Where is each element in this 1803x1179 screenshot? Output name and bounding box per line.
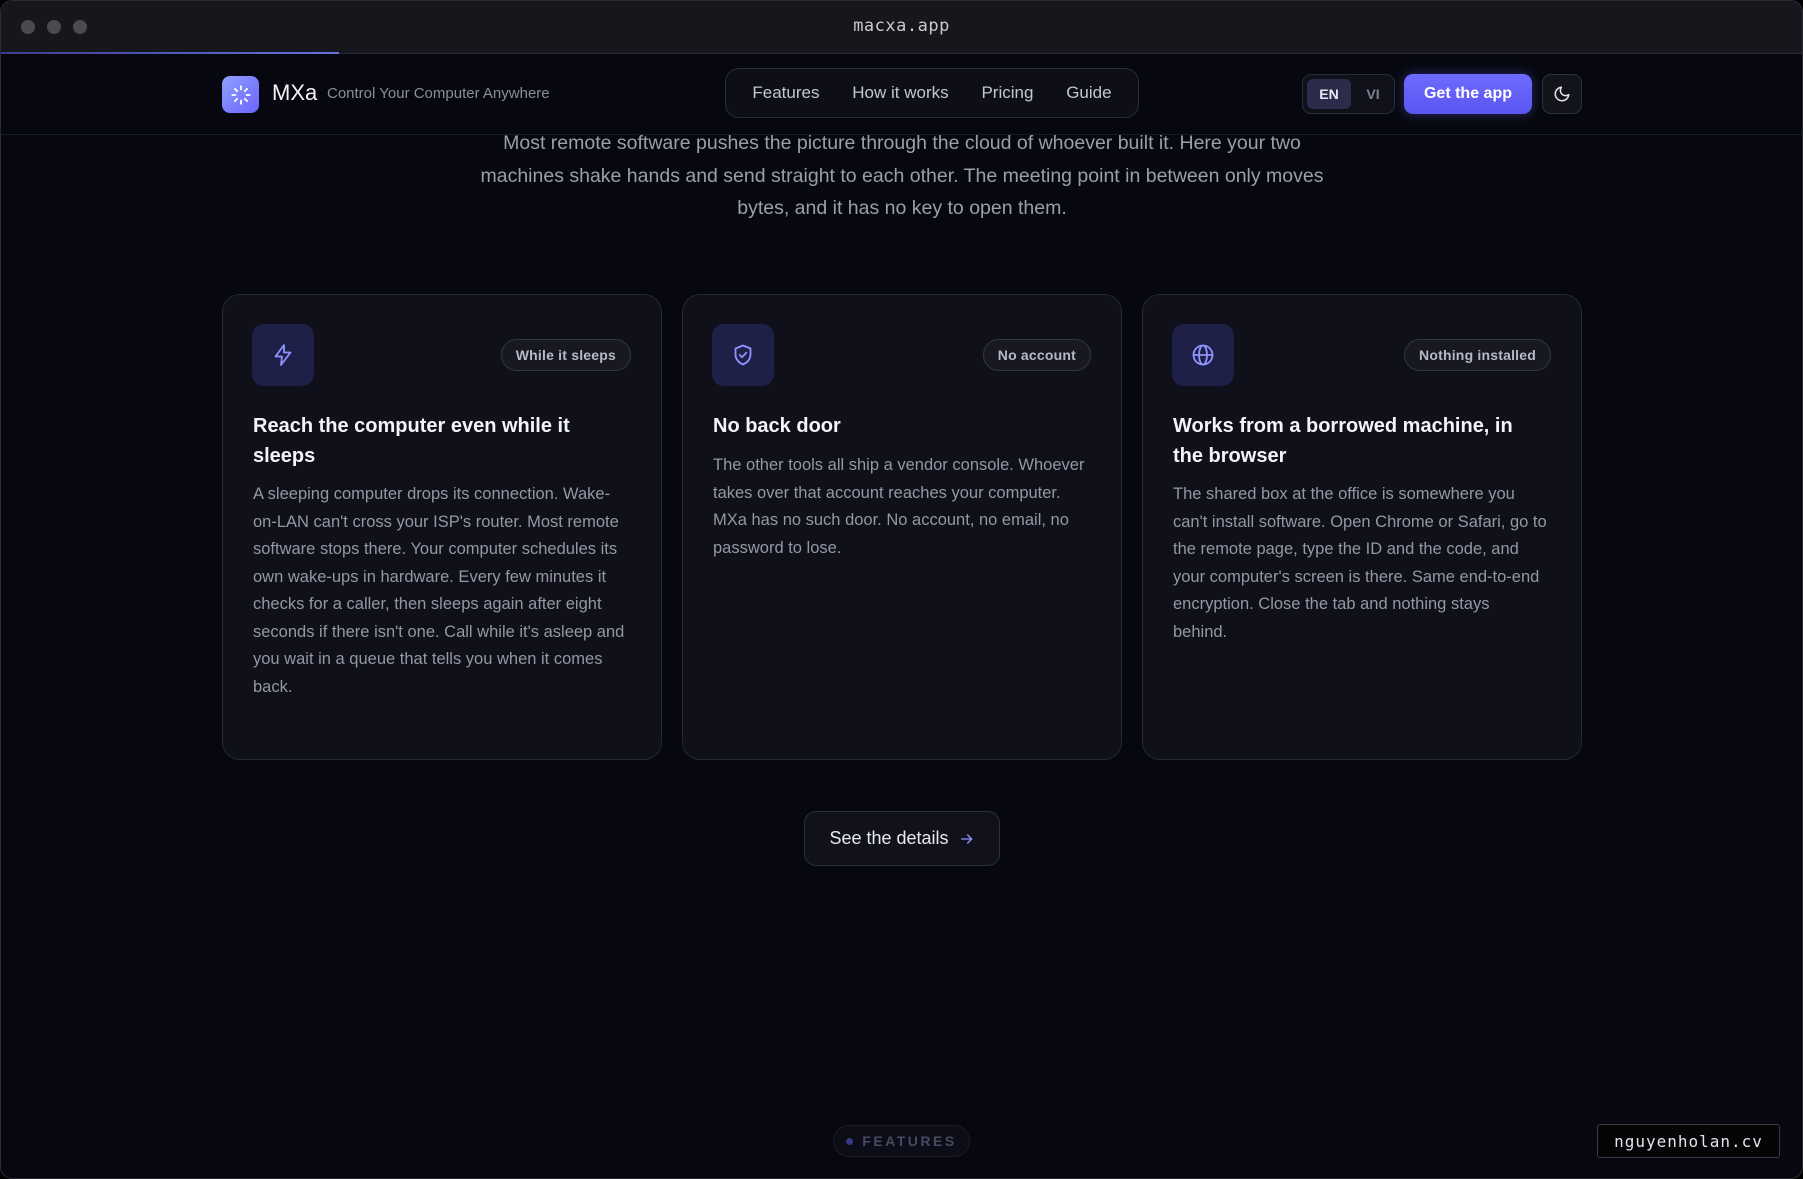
intro-paragraph: Most remote software pushes the picture … [480, 132, 1324, 219]
see-details-button[interactable]: See the details [804, 811, 1000, 866]
nav-link-features[interactable]: Features [746, 83, 825, 103]
language-en-button[interactable]: EN [1307, 79, 1351, 109]
window-title: macxa.app [853, 16, 950, 36]
feature-description: The shared box at the office is somewher… [1173, 485, 1547, 641]
see-details-label: See the details [829, 828, 949, 848]
feature-card-no-account: No account No back door The other tools … [682, 294, 1122, 760]
language-switcher: EN VI [1302, 74, 1395, 114]
nav-link-pricing[interactable]: Pricing [975, 83, 1039, 103]
shield-check-icon [712, 324, 774, 386]
watermark-label: nguyenholan.cv [1597, 1124, 1780, 1158]
feature-badge: Nothing installed [1404, 339, 1551, 371]
nav-link-guide[interactable]: Guide [1060, 83, 1117, 103]
top-navigation: MXa Control Your Computer Anywhere Featu… [1, 54, 1802, 135]
globe-icon [1172, 324, 1234, 386]
get-the-app-button[interactable]: Get the app [1404, 74, 1532, 114]
feature-card-browser: Nothing installed Works from a borrowed … [1142, 294, 1582, 760]
lightning-icon [252, 324, 314, 386]
moon-icon [1554, 86, 1570, 102]
feature-badge: No account [982, 339, 1091, 371]
feature-description: A sleeping computer drops its connection… [253, 485, 625, 696]
title-bar: macxa.app [1, 1, 1802, 54]
section-dot-icon [846, 1137, 854, 1145]
arrow-right-icon [960, 833, 972, 844]
feature-title: Reach the computer even while it sleeps [253, 415, 570, 467]
theme-toggle-button[interactable] [1542, 74, 1582, 114]
brand-tagline: Control Your Computer Anywhere [327, 85, 550, 102]
feature-description: The other tools all ship a vendor consol… [713, 456, 1085, 557]
browser-window: macxa.app MXa Control Your Computer Anyw… [0, 0, 1803, 1179]
feature-card-sleep: While it sleeps Reach the computer even … [222, 294, 662, 760]
nav-link-how-it-works[interactable]: How it works [846, 83, 954, 103]
logo-icon[interactable] [222, 76, 259, 113]
section-label: FEATURES [862, 1133, 957, 1149]
feature-title: Works from a borrowed machine, in the br… [1173, 415, 1513, 467]
feature-title: No back door [713, 415, 841, 437]
section-indicator: FEATURES [833, 1125, 970, 1157]
language-vi-button[interactable]: VI [1355, 79, 1391, 109]
main-nav-menu: Features How it works Pricing Guide [725, 68, 1139, 118]
feature-badge: While it sleeps [500, 339, 631, 371]
brand-name[interactable]: MXa [272, 80, 317, 106]
